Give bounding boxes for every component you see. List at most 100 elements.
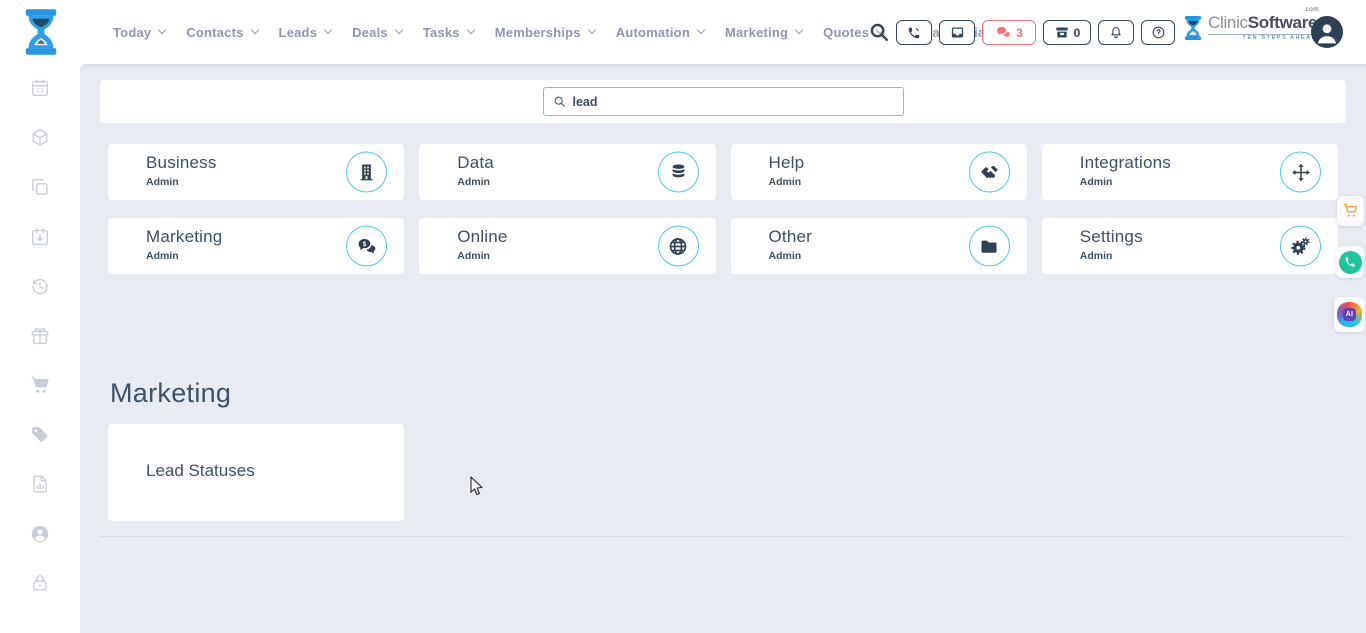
card-title: Help xyxy=(769,153,805,173)
chevron-down-icon xyxy=(466,26,474,34)
lock-icon[interactable] xyxy=(29,572,51,594)
tag-icon[interactable] xyxy=(29,424,51,446)
gears-icon xyxy=(1280,226,1321,267)
handshake-icon xyxy=(969,152,1010,193)
search-input[interactable] xyxy=(573,95,903,109)
cart-icon xyxy=(1341,201,1361,221)
nav-contacts[interactable]: Contacts xyxy=(186,25,257,40)
nav-leads[interactable]: Leads xyxy=(279,25,332,40)
search-box[interactable] xyxy=(543,87,904,116)
card-title: Settings xyxy=(1080,227,1143,247)
left-sidebar: 12 xyxy=(0,64,80,633)
history-icon[interactable] xyxy=(29,275,51,297)
nav-label: Automation xyxy=(616,25,690,40)
card-help-admin[interactable]: Help Admin xyxy=(731,144,1027,200)
card-settings-admin[interactable]: Settings Admin xyxy=(1042,218,1338,274)
nav-label: Contacts xyxy=(186,25,243,40)
card-title: Data xyxy=(457,153,494,173)
top-header: Today Contacts Leads Deals Tasks Members… xyxy=(0,0,1366,64)
card-subtitle: Admin xyxy=(1080,250,1113,262)
store-button[interactable]: 0 xyxy=(1043,20,1091,45)
header-action-buttons: 3 0 xyxy=(896,20,1175,45)
nav-today[interactable]: Today xyxy=(113,25,165,40)
phone-button[interactable] xyxy=(896,20,932,45)
inbox-icon xyxy=(950,25,965,40)
cube-icon[interactable] xyxy=(29,127,51,149)
nav-automation[interactable]: Automation xyxy=(616,25,704,40)
chevron-down-icon xyxy=(588,26,596,34)
brand-wordmark: ClinicSoftware .com TEN STEPS AHEAD xyxy=(1208,14,1317,42)
lead-statuses-label: Lead Statuses xyxy=(146,461,255,481)
chevron-down-icon xyxy=(324,26,332,34)
bell-icon xyxy=(1109,25,1123,40)
card-title: Integrations xyxy=(1080,153,1171,173)
chevron-down-icon xyxy=(395,26,403,34)
chevron-down-icon xyxy=(158,26,166,34)
chat-button[interactable]: 3 xyxy=(982,20,1036,45)
card-other-admin[interactable]: Other Admin xyxy=(731,218,1027,274)
copy-icon[interactable] xyxy=(29,176,51,198)
card-online-admin[interactable]: Online Admin xyxy=(419,218,715,274)
comments-dollar-icon: $ xyxy=(346,226,387,267)
nav-deals[interactable]: Deals xyxy=(352,25,402,40)
nav-label: Today xyxy=(113,25,151,40)
user-avatar[interactable] xyxy=(1311,16,1343,48)
card-subtitle: Admin xyxy=(769,176,802,188)
admin-cards-grid: Business Admin Data Admin Help Admin xyxy=(108,144,1338,274)
inbox-button[interactable] xyxy=(939,20,975,45)
section-title: Marketing xyxy=(110,378,231,409)
main-nav: Today Contacts Leads Deals Tasks Members… xyxy=(113,0,985,64)
card-title: Online xyxy=(457,227,507,247)
nav-label: Tasks xyxy=(423,25,460,40)
card-subtitle: Admin xyxy=(457,176,490,188)
nav-marketing[interactable]: Marketing xyxy=(725,25,802,40)
card-subtitle: Admin xyxy=(1080,176,1113,188)
person-icon xyxy=(1311,16,1343,48)
report-icon[interactable] xyxy=(29,473,51,495)
nav-tasks[interactable]: Tasks xyxy=(423,25,474,40)
nav-label: Leads xyxy=(279,25,318,40)
main-content: Business Admin Data Admin Help Admin xyxy=(80,64,1366,633)
floating-cart-button[interactable] xyxy=(1337,196,1364,226)
calendar-12-icon[interactable]: 12 xyxy=(29,77,51,99)
gift-icon[interactable] xyxy=(29,325,51,347)
card-marketing-admin[interactable]: Marketing Admin $ xyxy=(108,218,404,274)
floating-ai-button[interactable]: AI xyxy=(1334,297,1365,332)
question-circle-icon xyxy=(1151,25,1166,40)
brand-name-clinic: Clinic xyxy=(1208,13,1248,32)
user-circle-icon[interactable] xyxy=(29,523,51,545)
brand-tld: .com xyxy=(1303,7,1319,14)
ai-label: AI xyxy=(1343,308,1356,321)
cart-icon[interactable] xyxy=(29,374,51,396)
notifications-button[interactable] xyxy=(1098,20,1134,45)
search-icon[interactable] xyxy=(868,21,890,43)
calendar-import-icon[interactable] xyxy=(29,226,51,248)
card-subtitle: Admin xyxy=(146,176,179,188)
brand-name-software: Software xyxy=(1248,13,1317,32)
card-business-admin[interactable]: Business Admin xyxy=(108,144,404,200)
nav-label: Quotes xyxy=(823,25,869,40)
card-integrations-admin[interactable]: Integrations Admin xyxy=(1042,144,1338,200)
move-arrows-icon xyxy=(1280,152,1321,193)
store-count-badge: 0 xyxy=(1074,26,1081,40)
help-button[interactable] xyxy=(1141,20,1175,45)
chevron-down-icon xyxy=(697,26,705,34)
floating-phone-button[interactable] xyxy=(1336,246,1364,278)
building-icon xyxy=(346,152,387,193)
nav-label: Marketing xyxy=(725,25,788,40)
lead-statuses-card[interactable]: Lead Statuses xyxy=(108,424,404,521)
database-icon xyxy=(658,152,699,193)
nav-memberships[interactable]: Memberships xyxy=(495,25,595,40)
chat-count-badge: 3 xyxy=(1016,26,1023,40)
phone-icon xyxy=(1339,251,1362,274)
brand-tagline: TEN STEPS AHEAD xyxy=(1208,34,1317,42)
card-data-admin[interactable]: Data Admin xyxy=(419,144,715,200)
ai-icon: AI xyxy=(1337,302,1362,327)
chevron-down-icon xyxy=(250,26,258,34)
clinicsoftware-brand-logo[interactable]: ClinicSoftware .com TEN STEPS AHEAD xyxy=(1183,14,1317,42)
card-subtitle: Admin xyxy=(146,250,179,262)
svg-text:12: 12 xyxy=(36,88,44,95)
card-title: Marketing xyxy=(146,227,222,247)
clinicsoftware-hourglass-logo[interactable] xyxy=(22,8,60,56)
search-icon xyxy=(553,95,566,108)
